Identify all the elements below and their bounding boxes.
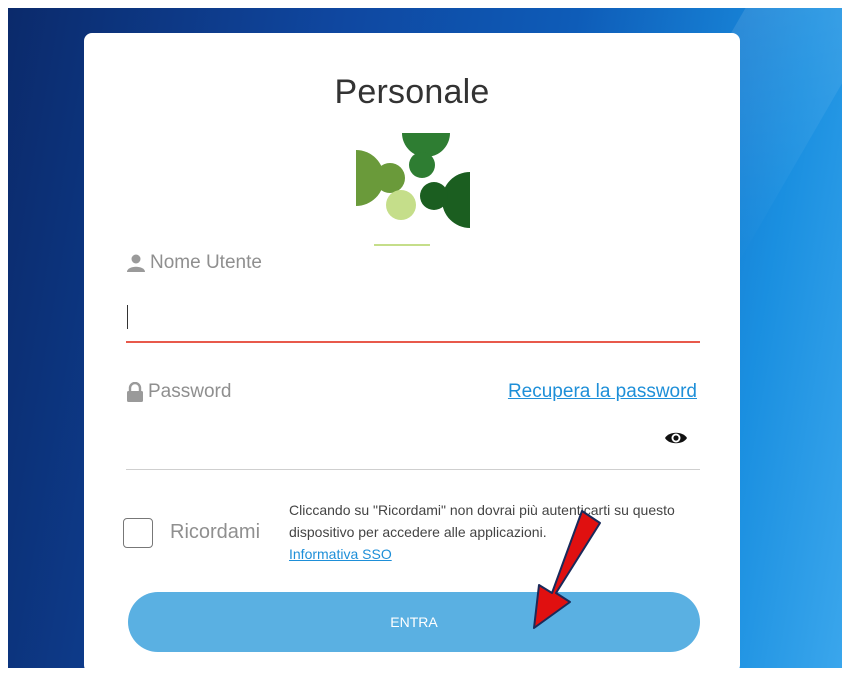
remember-label[interactable]: Ricordami xyxy=(170,521,260,544)
red-arrow-annotation xyxy=(533,510,601,629)
username-label: Nome Utente xyxy=(126,252,262,274)
page-title: Personale xyxy=(334,73,490,111)
recover-password-link[interactable]: Recupera la password xyxy=(508,381,697,403)
remember-note: Cliccando su "Ricordami" non dovrai più … xyxy=(289,499,699,565)
eye-icon[interactable] xyxy=(664,430,688,446)
text-caret xyxy=(127,305,128,329)
remember-note-text: Cliccando su "Ricordami" non dovrai più … xyxy=(289,502,675,540)
password-label: Password xyxy=(126,381,231,403)
username-label-text: Nome Utente xyxy=(150,252,262,273)
app-logo xyxy=(356,133,470,246)
password-input[interactable] xyxy=(126,423,700,470)
user-icon xyxy=(127,254,145,272)
lock-icon xyxy=(127,382,143,402)
sso-info-link[interactable]: Informativa SSO xyxy=(289,546,392,562)
password-label-text: Password xyxy=(148,381,232,402)
submit-button[interactable]: ENTRA xyxy=(128,592,700,652)
remember-checkbox[interactable] xyxy=(123,518,153,548)
login-card: Personale Nome Utente Password Recupera … xyxy=(84,33,740,673)
username-input[interactable] xyxy=(126,299,700,343)
